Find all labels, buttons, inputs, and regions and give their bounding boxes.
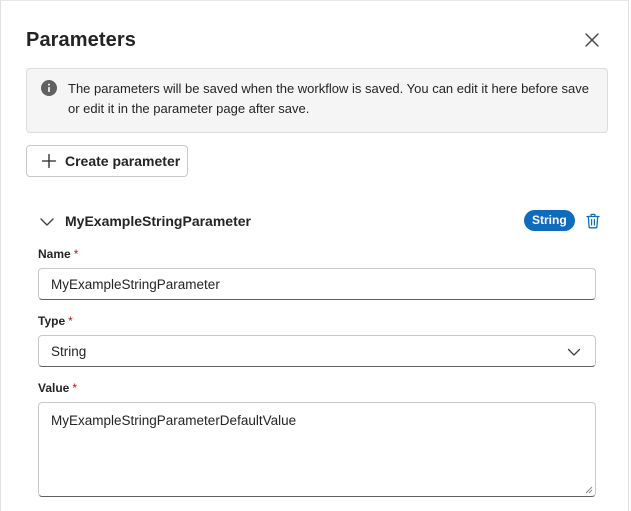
value-textarea[interactable]: MyExampleStringParameterDefaultValue xyxy=(38,402,596,497)
type-badge: String xyxy=(524,210,575,231)
name-label-text: Name xyxy=(38,247,71,261)
close-button[interactable] xyxy=(579,27,605,53)
type-dropdown[interactable]: String xyxy=(38,335,596,367)
required-marker: * xyxy=(73,247,79,261)
parameters-panel: Parameters The parameters will be saved … xyxy=(0,0,629,511)
required-marker: * xyxy=(68,314,73,328)
type-field-label: Type * xyxy=(38,314,73,328)
trash-icon xyxy=(586,213,600,229)
chevron-down-icon xyxy=(567,348,581,356)
value-textarea-text: MyExampleStringParameterDefaultValue xyxy=(51,413,297,428)
required-marker: * xyxy=(72,381,78,395)
panel-title: Parameters xyxy=(26,29,136,51)
chevron-down-icon[interactable] xyxy=(38,213,56,231)
name-field-label: Name * xyxy=(38,247,78,261)
value-field-label: Value * xyxy=(38,381,77,395)
resize-handle-icon[interactable] xyxy=(585,486,593,494)
create-parameter-label: Create parameter xyxy=(65,153,181,169)
delete-parameter-button[interactable] xyxy=(582,210,604,232)
close-icon xyxy=(585,33,599,47)
value-label-text: Value xyxy=(38,381,70,395)
plus-icon xyxy=(41,153,57,169)
name-input-value: MyExampleStringParameter xyxy=(51,277,220,292)
name-input[interactable]: MyExampleStringParameter xyxy=(38,268,596,300)
info-banner-message: The parameters will be saved when the wo… xyxy=(68,81,590,116)
type-label-text: Type xyxy=(38,314,66,328)
type-dropdown-value: String xyxy=(51,344,87,359)
parameter-name-heading: MyExampleStringParameter xyxy=(65,213,251,229)
info-icon xyxy=(41,80,57,96)
info-banner: The parameters will be saved when the wo… xyxy=(26,68,608,133)
parameter-header: MyExampleStringParameter String xyxy=(38,209,608,235)
create-parameter-button[interactable]: Create parameter xyxy=(26,145,188,177)
